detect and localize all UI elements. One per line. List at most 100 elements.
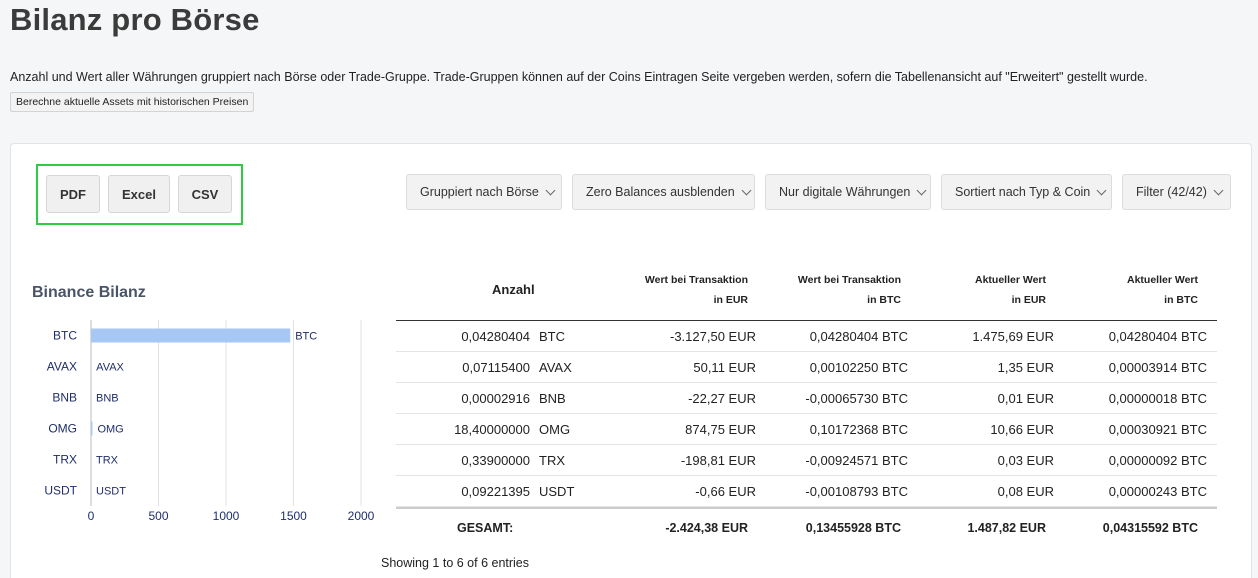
x-tick-label: 1000 bbox=[213, 509, 240, 523]
bar-data-label: AVAX bbox=[96, 362, 124, 374]
table-row: 0,09221395 USDT -0,66 EUR -0,00108793 BTC 0,… bbox=[396, 476, 1217, 507]
cell-coin: OMG bbox=[539, 422, 571, 437]
col-header-tx-btc-line2: in BTC bbox=[867, 294, 901, 306]
cell-cur-eur: 0,03 EUR bbox=[997, 453, 1054, 468]
cell-tx-btc: 0,10172368 BTC bbox=[809, 422, 908, 437]
cell-tx-btc: 0,00102250 BTC bbox=[809, 360, 908, 375]
col-header-cur-btc: Aktueller Wert in BTC bbox=[1127, 270, 1198, 310]
footer-tx-eur: -2.424,38 EUR bbox=[665, 521, 748, 535]
cell-tx-btc: 0,04280404 BTC bbox=[809, 329, 908, 344]
cell-tx-btc: -0,00108793 BTC bbox=[805, 484, 908, 499]
cell-tx-eur: -22,27 EUR bbox=[688, 391, 756, 406]
cell-coin: USDT bbox=[539, 484, 575, 499]
cell-tx-eur: -198,81 EUR bbox=[680, 453, 756, 468]
col-header-tx-btc: Wert bei Transaktion in BTC bbox=[798, 270, 901, 310]
currency-type-dropdown[interactable]: Nur digitale Währungen bbox=[765, 174, 931, 210]
x-tick-label: 0 bbox=[88, 509, 95, 523]
y-category-label: USDT bbox=[44, 484, 77, 498]
balance-bar-chart: 0 500 1000 1500 2000 BTC BTC AVAX AVAX BNB BNB OMG O… bbox=[44, 320, 375, 523]
bar-data-label: USDT bbox=[96, 486, 126, 498]
export-excel-button[interactable]: Excel bbox=[108, 175, 170, 213]
cell-tx-eur: -0,66 EUR bbox=[695, 484, 756, 499]
filter-label: Filter (42/42) bbox=[1136, 185, 1207, 199]
chevron-down-icon bbox=[741, 185, 752, 195]
chevron-down-icon bbox=[545, 185, 556, 195]
footer-tx-btc: 0,13455928 BTC bbox=[805, 521, 901, 535]
group-by-label: Gruppiert nach Börse bbox=[420, 185, 539, 199]
y-category-label: BNB bbox=[52, 391, 77, 405]
table-footer-divider bbox=[396, 507, 1217, 509]
cell-cur-btc: 0,00000018 BTC bbox=[1108, 391, 1207, 406]
cell-coin: BNB bbox=[539, 391, 566, 406]
x-tick-label: 2000 bbox=[348, 509, 375, 523]
bar-data-label: BTC bbox=[295, 331, 317, 343]
footer-cur-btc: 0,04315592 BTC bbox=[1102, 521, 1198, 535]
cell-coin: BTC bbox=[539, 329, 565, 344]
cell-cur-btc: 0,00000092 BTC bbox=[1108, 453, 1207, 468]
export-csv-button[interactable]: CSV bbox=[178, 175, 232, 213]
y-category-label: OMG bbox=[48, 422, 77, 436]
chevron-down-icon bbox=[1213, 185, 1224, 195]
chevron-down-icon bbox=[916, 185, 927, 195]
y-category-label: BTC bbox=[53, 329, 77, 343]
col-header-tx-btc-line1: Wert bei Transaktion bbox=[797, 274, 901, 286]
cell-amount: 0,07115400 bbox=[462, 360, 530, 375]
page-title: Bilanz pro Börse bbox=[10, 2, 260, 37]
cell-amount: 0,00002916 bbox=[461, 391, 530, 406]
x-tick-label: 1500 bbox=[280, 509, 307, 523]
cell-cur-eur: 10,66 EUR bbox=[990, 422, 1054, 437]
calc-historic-assets-button[interactable]: Berechne aktuelle Assets mit historische… bbox=[10, 92, 255, 112]
col-header-amount: Anzahl bbox=[492, 282, 535, 297]
sort-label: Sortiert nach Typ & Coin bbox=[955, 185, 1091, 199]
col-header-tx-eur-line2: in EUR bbox=[713, 294, 748, 306]
cell-cur-eur: 1.475,69 EUR bbox=[972, 329, 1054, 344]
col-header-cur-eur-line1: Aktueller Wert bbox=[975, 274, 1046, 286]
cell-cur-eur: 0,01 EUR bbox=[997, 391, 1054, 406]
cell-coin: TRX bbox=[539, 453, 565, 468]
zero-balances-dropdown[interactable]: Zero Balances ausblenden bbox=[572, 174, 755, 210]
table-row: 18,40000000 OMG 874,75 EUR 0,10172368 BTC 10… bbox=[396, 414, 1217, 445]
footer-cur-eur: 1.487,82 EUR bbox=[967, 521, 1046, 535]
cell-tx-btc: -0,00065730 BTC bbox=[805, 391, 908, 406]
footer-total-label: GESAMT: bbox=[457, 521, 514, 535]
export-pdf-button[interactable]: PDF bbox=[46, 175, 100, 213]
bar-data-label: TRX bbox=[96, 455, 119, 467]
bar-data-label: BNB bbox=[96, 393, 119, 405]
table-row: 0,00002916 BNB -22,27 EUR -0,00065730 BTC 0,… bbox=[396, 383, 1217, 414]
bar bbox=[91, 328, 291, 343]
x-tick-label: 500 bbox=[148, 509, 168, 523]
col-header-cur-btc-line1: Aktueller Wert bbox=[1127, 274, 1198, 286]
bar bbox=[91, 421, 93, 436]
y-category-label: AVAX bbox=[47, 360, 77, 374]
cell-amount: 0,09221395 bbox=[461, 484, 530, 499]
y-category-label: TRX bbox=[53, 453, 77, 467]
table-row: 0,04280404 BTC -3.127,50 EUR 0,04280404 BTC… bbox=[396, 321, 1217, 352]
zero-balances-label: Zero Balances ausblenden bbox=[586, 185, 735, 199]
cell-amount: 18,40000000 bbox=[454, 422, 530, 437]
cell-cur-btc: 0,00000243 BTC bbox=[1108, 484, 1207, 499]
sort-dropdown[interactable]: Sortiert nach Typ & Coin bbox=[941, 174, 1112, 210]
table-row: 0,33900000 TRX -198,81 EUR -0,00924571 BTC 0… bbox=[396, 445, 1217, 476]
cell-amount: 0,33900000 bbox=[461, 453, 530, 468]
currency-type-label: Nur digitale Währungen bbox=[779, 185, 911, 199]
cell-tx-eur: 50,11 EUR bbox=[693, 360, 756, 375]
col-header-tx-eur: Wert bei Transaktion in EUR bbox=[645, 270, 748, 310]
cell-cur-btc: 0,04280404 BTC bbox=[1108, 329, 1207, 344]
cell-cur-btc: 0,00030921 BTC bbox=[1108, 422, 1207, 437]
col-header-cur-eur-line2: in EUR bbox=[1011, 294, 1046, 306]
group-by-dropdown[interactable]: Gruppiert nach Börse bbox=[406, 174, 562, 210]
filter-dropdown[interactable]: Filter (42/42) bbox=[1122, 174, 1231, 210]
cell-cur-eur: 0,08 EUR bbox=[997, 484, 1054, 499]
cell-cur-eur: 1,35 EUR bbox=[997, 360, 1054, 375]
chevron-down-icon bbox=[1096, 185, 1107, 195]
cell-coin: AVAX bbox=[539, 360, 572, 375]
chart-title: Binance Bilanz bbox=[32, 284, 146, 301]
cell-tx-eur: 874,75 EUR bbox=[685, 422, 756, 437]
bar-data-label: OMG bbox=[97, 424, 123, 436]
col-header-cur-eur: Aktueller Wert in EUR bbox=[975, 270, 1046, 310]
table-row: 0,07115400 AVAX 50,11 EUR 0,00102250 BTC 1,3… bbox=[396, 352, 1217, 383]
page-description: Anzahl und Wert aller Währungen gruppier… bbox=[10, 70, 1148, 84]
table-info: Showing 1 to 6 of 6 entries bbox=[381, 556, 530, 570]
col-header-cur-btc-line2: in BTC bbox=[1164, 294, 1198, 306]
cell-amount: 0,04280404 bbox=[461, 329, 530, 344]
